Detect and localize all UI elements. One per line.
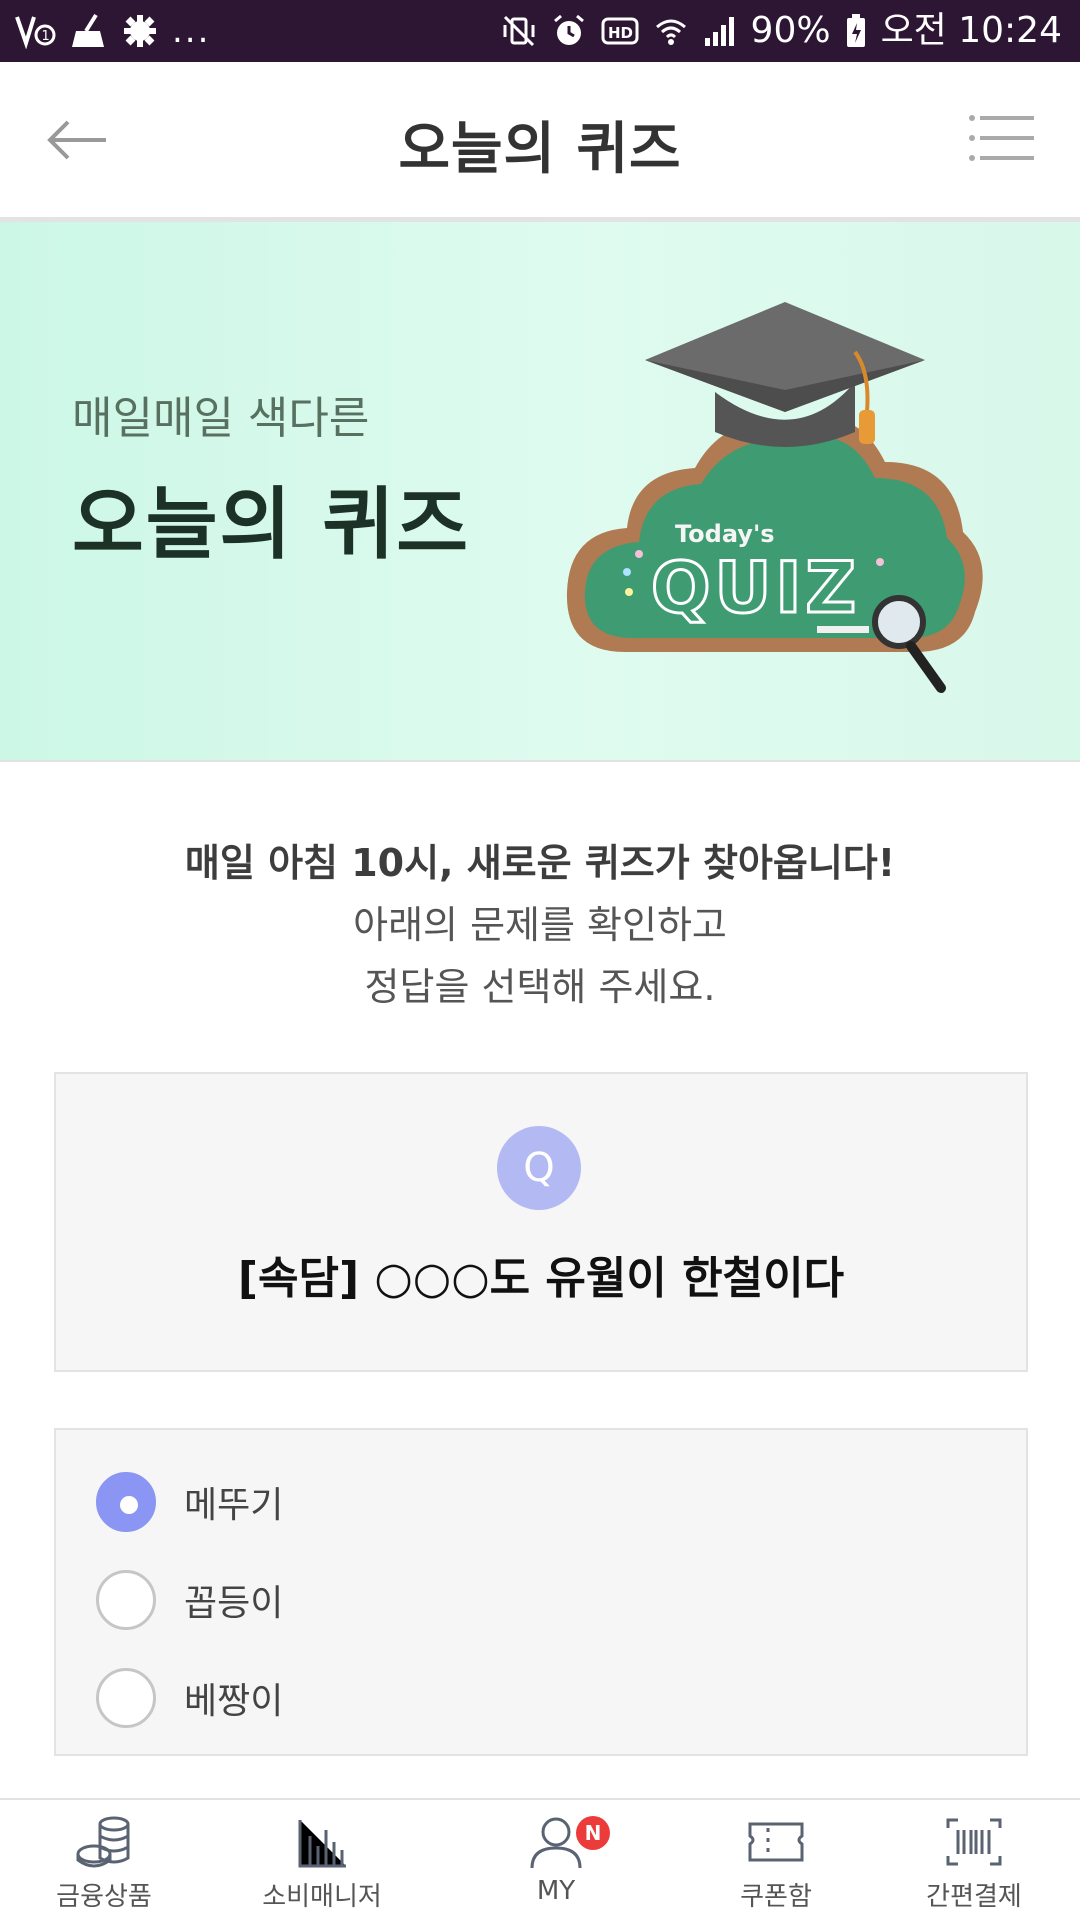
quiz-chalkboard-illustration: Today's QUIZ xyxy=(566,302,983,693)
signal-icon xyxy=(703,11,737,51)
intro-line-1: 매일 아침 10시, 새로운 퀴즈가 찾아옵니다! xyxy=(184,841,896,885)
nav-financial-products[interactable]: 금융상품 xyxy=(4,1800,204,1920)
option-1[interactable]: 메뚜기 xyxy=(96,1470,283,1534)
clock: 오전 10:24 xyxy=(880,10,1062,51)
coins-icon xyxy=(76,1816,130,1868)
svg-text:1: 1 xyxy=(42,29,50,44)
option-3[interactable]: 베짱이 xyxy=(96,1666,283,1730)
nav-coupons[interactable]: 쿠폰함 xyxy=(676,1800,876,1920)
art-small-text: Today's xyxy=(675,520,775,548)
banner-subtitle: 매일매일 색다른 xyxy=(72,393,370,444)
battery-icon xyxy=(845,11,867,51)
status-bar: 1 ... HD 90% 오전 10:24 xyxy=(0,0,1080,62)
menu-button[interactable] xyxy=(968,114,1034,166)
question-card: Q [속담] ○○○도 유월이 한철이다 xyxy=(54,1072,1028,1372)
svg-text:HD: HD xyxy=(608,24,633,42)
option-label: 꼽등이 xyxy=(184,1583,284,1624)
coupon-icon xyxy=(748,1822,804,1862)
wifi-icon xyxy=(653,11,689,51)
question-badge: Q xyxy=(497,1126,581,1210)
status-right: HD 90% 오전 10:24 xyxy=(501,11,1062,51)
volte-icon: 1 xyxy=(14,11,56,51)
option-2[interactable]: 꼽등이 xyxy=(96,1568,283,1632)
intro-text: 매일 아침 10시, 새로운 퀴즈가 찾아옵니다! 아래의 문제를 확인하고 정… xyxy=(0,832,1080,1018)
intro-line-3: 정답을 선택해 주세요. xyxy=(364,965,716,1009)
radio-selected[interactable] xyxy=(96,1472,156,1532)
quiz-banner: 매일매일 색다른 오늘의 퀴즈 Today's QUIZ xyxy=(0,222,1080,762)
app-header: 오늘의 퀴즈 xyxy=(0,62,1080,222)
vibrate-off-icon xyxy=(501,11,537,51)
nav-label: MY xyxy=(536,1876,576,1906)
nav-my[interactable]: N MY xyxy=(456,1800,656,1920)
battery-percent: 90% xyxy=(750,10,831,51)
page-title: 오늘의 퀴즈 xyxy=(398,117,682,182)
broom-icon xyxy=(70,11,108,51)
alarm-icon xyxy=(551,11,587,51)
banner-title: 오늘의 퀴즈 xyxy=(72,480,470,570)
option-label: 메뚜기 xyxy=(184,1485,284,1526)
nav-label: 금융상품 xyxy=(56,1882,152,1912)
status-left: 1 ... xyxy=(14,11,210,51)
nav-label: 소비매니저 xyxy=(262,1882,382,1912)
nav-label: 쿠폰함 xyxy=(740,1882,812,1912)
user-icon xyxy=(530,1817,582,1869)
barcode-icon xyxy=(946,1818,1002,1866)
hd-icon: HD xyxy=(601,11,639,51)
question-text: [속담] ○○○도 유월이 한철이다 xyxy=(237,1253,845,1304)
nav-label: 간편결제 xyxy=(926,1882,1022,1912)
art-big-text: QUIZ xyxy=(651,547,860,629)
settings-gear-icon xyxy=(122,11,158,51)
bottom-nav: 금융상품 소비매니저 N MY 쿠폰함 간편결제 xyxy=(0,1798,1080,1920)
answer-options: 메뚜기 꼽등이 베짱이 xyxy=(54,1428,1028,1756)
menu-icon xyxy=(969,115,1034,161)
nav-easy-pay[interactable]: 간편결제 xyxy=(874,1800,1074,1920)
bar-chart-icon xyxy=(298,1820,346,1868)
radio-unselected[interactable] xyxy=(96,1570,156,1630)
radio-unselected[interactable] xyxy=(96,1668,156,1728)
option-label: 베짱이 xyxy=(184,1681,284,1722)
notification-badge: N xyxy=(576,1816,610,1850)
nav-spending-manager[interactable]: 소비매니저 xyxy=(222,1800,422,1920)
intro-line-2: 아래의 문제를 확인하고 xyxy=(353,903,727,947)
more-notifications: ... xyxy=(172,11,211,51)
